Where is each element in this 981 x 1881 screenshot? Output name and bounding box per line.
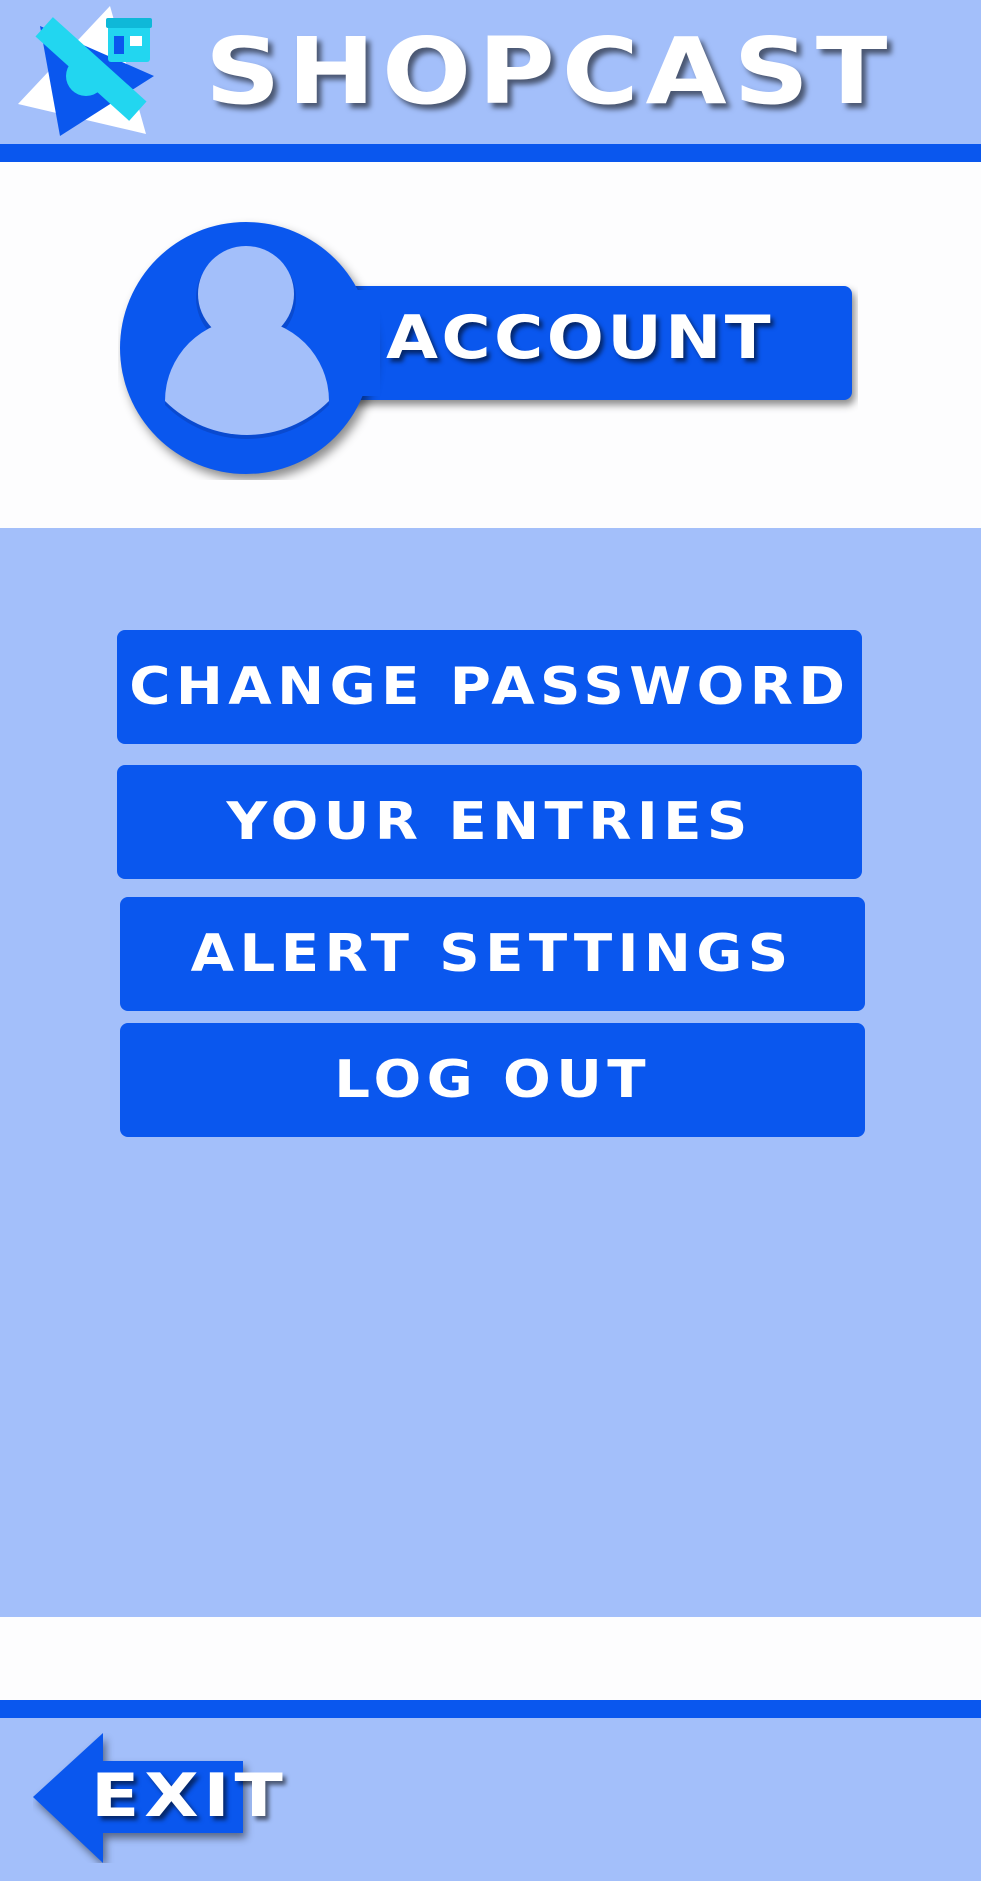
alert-settings-label: ALERT SETTINGS — [191, 924, 794, 984]
app-title: SHOPCAST — [205, 18, 895, 125]
log-out-label: LOG OUT — [334, 1050, 651, 1110]
footer-divider — [0, 1700, 981, 1718]
user-avatar-icon — [165, 246, 329, 439]
your-entries-button[interactable]: YOUR ENTRIES — [117, 765, 862, 879]
footer-band — [0, 1617, 981, 1700]
header-divider — [0, 144, 981, 162]
change-password-button[interactable]: CHANGE PASSWORD — [117, 630, 862, 744]
log-out-button[interactable]: LOG OUT — [120, 1023, 865, 1137]
change-password-label: CHANGE PASSWORD — [128, 657, 851, 717]
app-header: SHOPCAST — [0, 0, 981, 144]
satellite-storefront-icon — [14, 6, 162, 138]
page-title: ACCOUNT — [386, 303, 774, 373]
alert-settings-button[interactable]: ALERT SETTINGS — [120, 897, 865, 1011]
exit-label: EXIT — [91, 1761, 288, 1831]
exit-button[interactable]: EXIT — [33, 1733, 303, 1863]
your-entries-label: YOUR ENTRIES — [226, 792, 753, 852]
